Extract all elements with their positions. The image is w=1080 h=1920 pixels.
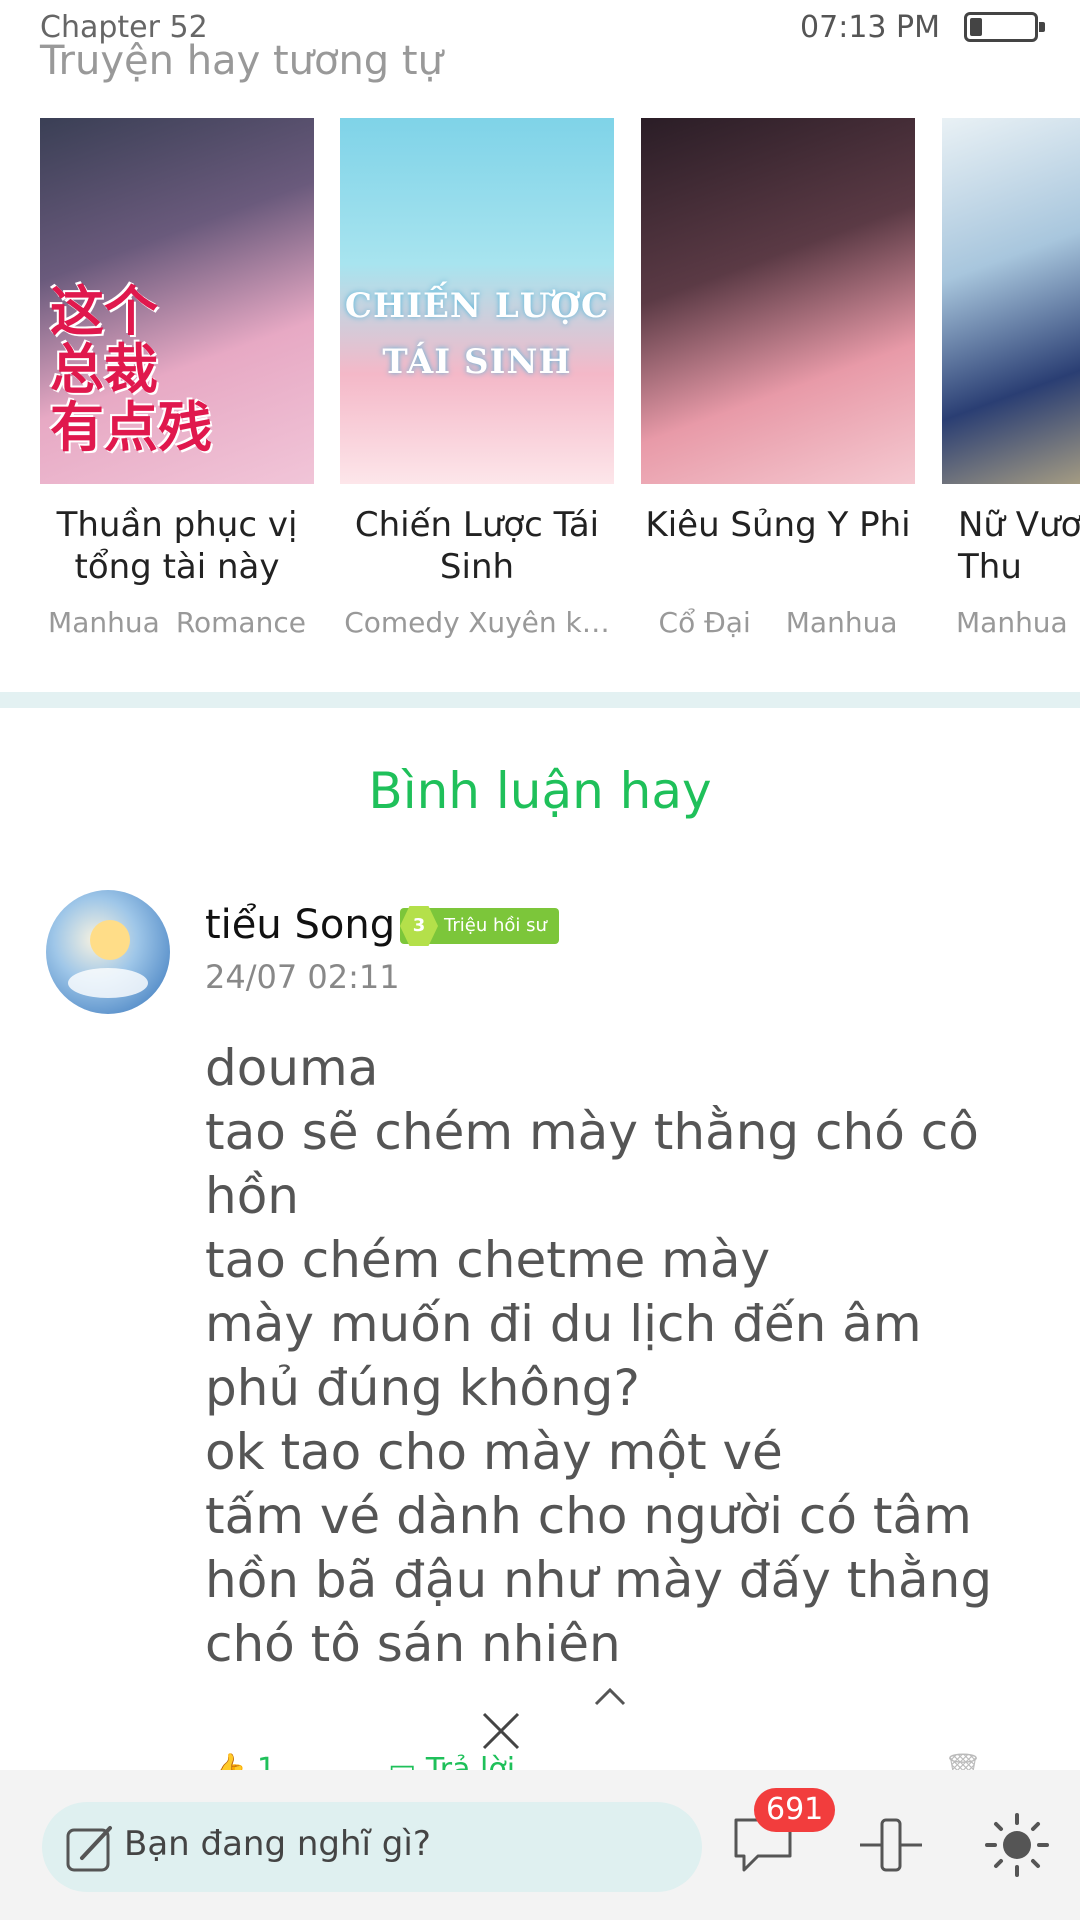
rank-label: Triệu hồi sư	[444, 915, 547, 936]
comic-cover[interactable]: CHIẾN LƯỢC TÁI SINH	[340, 118, 614, 484]
comic-tags: Manhua Romance	[40, 606, 314, 639]
like-count: 1	[256, 1752, 276, 1772]
compose-input[interactable]: Bạn đang nghĩ gì?	[42, 1802, 702, 1892]
sun-icon[interactable]	[984, 1812, 1050, 1878]
edit-icon	[66, 1826, 112, 1872]
comic-title: Chiến Lược Tái Sinh	[354, 505, 600, 587]
comic-cover[interactable]	[942, 118, 1080, 484]
comic-card[interactable]: Nữ Vươ Thủ Thu Manhua	[942, 118, 1080, 639]
section-divider	[0, 692, 1080, 708]
comment-text: douma tao sẽ chém mày thằng chó cô hồn t…	[205, 1039, 993, 1673]
cover-title-art: 这个 总裁 有点残	[50, 279, 212, 459]
comic-tag: Manhua	[956, 606, 1068, 639]
reply-button[interactable]: ▭ Trả lời	[388, 1752, 515, 1772]
comic-title: Nữ Vươ Thủ Thu	[958, 505, 1080, 587]
comic-tag: Comedy	[344, 606, 460, 639]
comic-tag: Cổ Đại	[658, 606, 751, 639]
bottom-toolbar: Bạn đang nghĩ gì? 691	[0, 1770, 1080, 1920]
comic-tag: Xuyên k…	[468, 606, 610, 639]
compose-placeholder: Bạn đang nghĩ gì?	[124, 1824, 431, 1864]
clock: 07:13 PM	[800, 10, 940, 45]
brightness-slider-icon[interactable]	[856, 1812, 926, 1878]
comic-card[interactable]: CHIẾN LƯỢC TÁI SINH Chiến Lược Tái Sinh …	[340, 118, 614, 639]
comic-tags: Manhua	[942, 606, 1080, 639]
chevron-up-icon[interactable]	[592, 1678, 628, 1714]
comment-username[interactable]: tiểu Song	[205, 902, 395, 948]
rank-badge: 3 Triệu hồi sư	[400, 906, 559, 946]
comment-timestamp: 24/07 02:11	[205, 958, 400, 996]
comic-tags: Cổ Đại Manhua	[641, 606, 915, 639]
comic-title: Thuần phục vị tổng tài này thậ…	[56, 505, 298, 592]
comment-actions: 👍 1 ▭ Trả lời 🗑	[0, 1752, 1080, 1772]
cover-title-art: CHIẾN LƯỢC TÁI SINH	[344, 286, 610, 382]
comic-title: Kiêu Sủng Y Phi	[645, 505, 911, 545]
reply-label: Trả lời	[425, 1752, 516, 1772]
similar-section-title: Truyện hay tương tự	[40, 38, 443, 84]
rank-level-icon: 3	[400, 906, 438, 946]
comic-tags: Comedy Xuyên k…	[340, 606, 614, 639]
similar-carousel[interactable]: 这个 总裁 有点残 Thuần phục vị tổng tài này thậ…	[0, 118, 1080, 658]
comic-card[interactable]: Kiêu Sủng Y Phi Cổ Đại Manhua	[641, 118, 915, 639]
comic-tag: Manhua	[48, 606, 160, 639]
comic-cover[interactable]: 这个 总裁 有点残	[40, 118, 314, 484]
close-icon[interactable]	[478, 1708, 524, 1754]
comic-tag: Manhua	[785, 606, 898, 639]
comic-tag: Romance	[175, 606, 306, 639]
trash-icon[interactable]: 🗑	[944, 1752, 982, 1772]
comments-section-title: Bình luận hay	[368, 762, 712, 820]
comment-count-badge: 691	[754, 1788, 836, 1832]
avatar[interactable]	[46, 890, 170, 1014]
like-button[interactable]: 👍 1	[210, 1752, 276, 1772]
comic-card[interactable]: 这个 总裁 有点残 Thuần phục vị tổng tài này thậ…	[40, 118, 314, 639]
comic-cover[interactable]	[641, 118, 915, 484]
battery-icon	[964, 12, 1045, 42]
